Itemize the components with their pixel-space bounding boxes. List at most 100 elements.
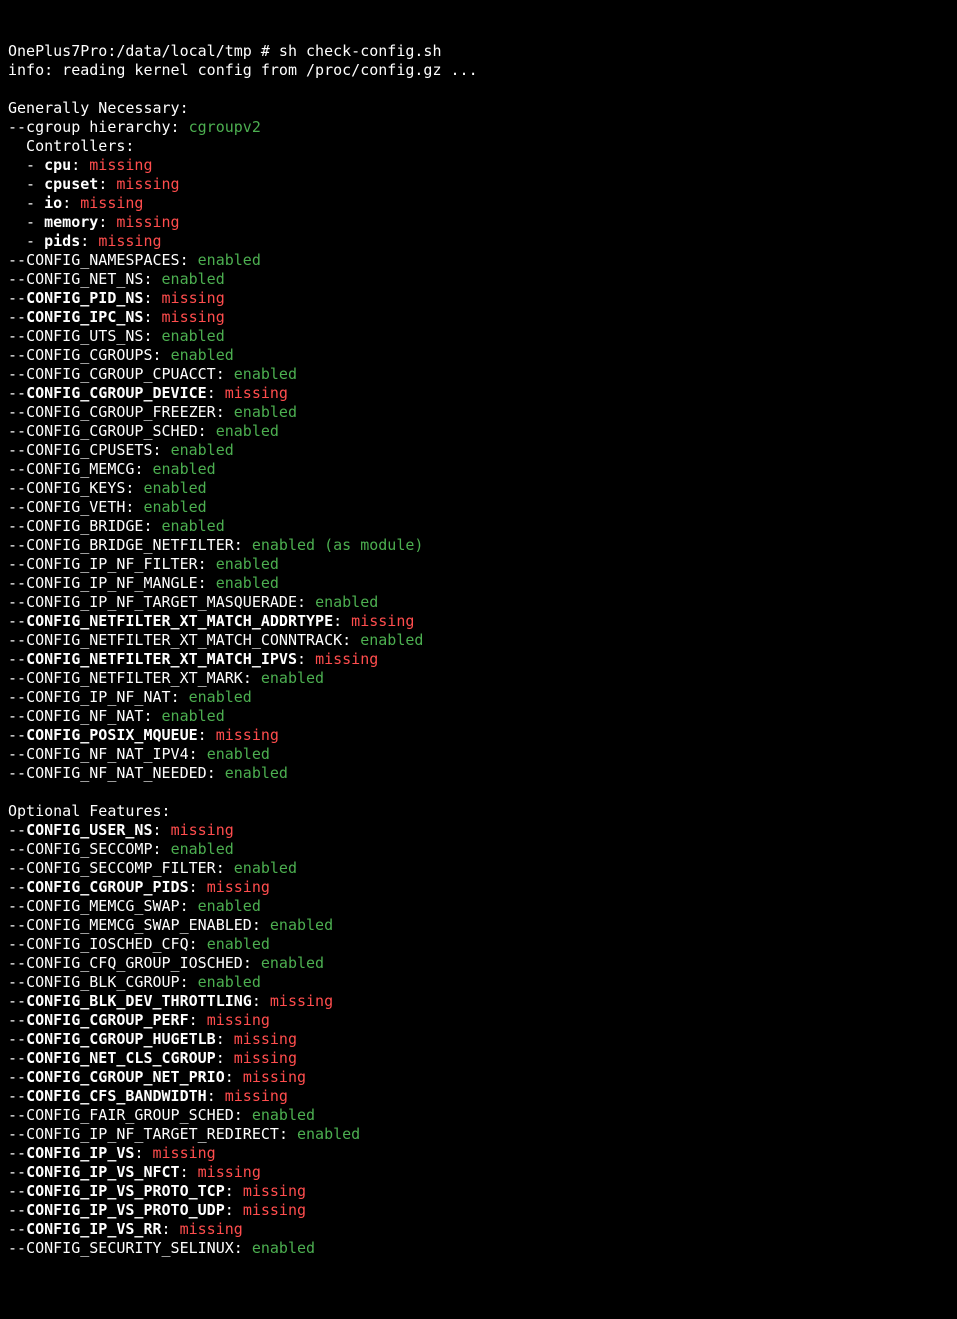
controller-name: io — [44, 194, 62, 212]
config-name: CONFIG_CGROUP_NET_PRIO — [26, 1068, 225, 1086]
status-value: enabled — [207, 745, 270, 763]
config-name: CONFIG_SECCOMP_FILTER — [26, 859, 216, 877]
config-name: CONFIG_NETFILTER_XT_MATCH_IPVS — [26, 650, 297, 668]
config-name: CONFIG_CGROUP_PERF — [26, 1011, 189, 1029]
status-value: enabled — [198, 251, 261, 269]
status-value: missing — [89, 156, 152, 174]
config-name: CONFIG_NETFILTER_XT_MATCH_ADDRTYPE — [26, 612, 333, 630]
status-value: enabled — [143, 479, 206, 497]
config-name: CONFIG_IP_VS_PROTO_TCP — [26, 1182, 225, 1200]
status-value: enabled — [143, 498, 206, 516]
terminal-output: OnePlus7Pro:/data/local/tmp # sh check-c… — [8, 42, 949, 1258]
status-value: missing — [171, 821, 234, 839]
status-value: enabled — [216, 574, 279, 592]
status-value: missing — [351, 612, 414, 630]
status-value: enabled — [162, 707, 225, 725]
status-value: enabled — [315, 593, 378, 611]
status-value: missing — [225, 1087, 288, 1105]
status-value: enabled (as module) — [252, 536, 424, 554]
status-value: missing — [98, 232, 161, 250]
status-value: enabled — [207, 935, 270, 953]
status-value: enabled — [153, 460, 216, 478]
config-name: CONFIG_UTS_NS — [26, 327, 143, 345]
controller-name: memory — [44, 213, 98, 231]
status-value: enabled — [225, 764, 288, 782]
config-name: CONFIG_SECCOMP — [26, 840, 152, 858]
status-value: missing — [234, 1030, 297, 1048]
config-name: CONFIG_NET_NS — [26, 270, 143, 288]
config-name: CONFIG_CGROUP_DEVICE — [26, 384, 207, 402]
status-value: enabled — [234, 859, 297, 877]
config-name: CONFIG_BLK_DEV_THROTTLING — [26, 992, 252, 1010]
status-value: enabled — [234, 403, 297, 421]
config-name: CONFIG_NF_NAT_NEEDED — [26, 764, 207, 782]
shell-prompt: OnePlus7Pro:/data/local/tmp # sh check-c… — [8, 42, 441, 60]
config-name: CONFIG_CPUSETS — [26, 441, 152, 459]
config-name: CONFIG_IP_NF_MANGLE — [26, 574, 198, 592]
controller-name: cpu — [44, 156, 71, 174]
config-name: CONFIG_CGROUP_FREEZER — [26, 403, 216, 421]
status-value: enabled — [162, 517, 225, 535]
cgroup-hierarchy-label: --cgroup hierarchy: — [8, 118, 189, 136]
status-value: enabled — [234, 365, 297, 383]
status-value: missing — [270, 992, 333, 1010]
status-value: enabled — [360, 631, 423, 649]
controllers-label: Controllers: — [8, 137, 134, 155]
config-name: CONFIG_POSIX_MQUEUE — [26, 726, 198, 744]
config-name: CONFIG_IPC_NS — [26, 308, 143, 326]
status-value: enabled — [171, 840, 234, 858]
config-name: CONFIG_BRIDGE — [26, 517, 143, 535]
status-value: enabled — [171, 441, 234, 459]
status-value: enabled — [171, 346, 234, 364]
config-name: CONFIG_IOSCHED_CFQ — [26, 935, 189, 953]
status-value: enabled — [189, 688, 252, 706]
config-name: CONFIG_BLK_CGROUP — [26, 973, 180, 991]
config-name: CONFIG_IP_VS — [26, 1144, 134, 1162]
status-value: enabled — [198, 897, 261, 915]
info-line: info: reading kernel config from /proc/c… — [8, 61, 478, 79]
cgroup-hierarchy-value: cgroupv2 — [189, 118, 261, 136]
status-value: missing — [180, 1220, 243, 1238]
config-name: CONFIG_CGROUP_SCHED — [26, 422, 198, 440]
controller-name: cpuset — [44, 175, 98, 193]
status-value: missing — [243, 1182, 306, 1200]
config-name: CONFIG_CFS_BANDWIDTH — [26, 1087, 207, 1105]
status-value: enabled — [162, 327, 225, 345]
config-name: CONFIG_IP_NF_TARGET_REDIRECT — [26, 1125, 279, 1143]
status-value: missing — [315, 650, 378, 668]
config-name: CONFIG_NF_NAT — [26, 707, 143, 725]
status-value: enabled — [261, 669, 324, 687]
config-name: CONFIG_IP_VS_NFCT — [26, 1163, 180, 1181]
config-name: CONFIG_IP_VS_RR — [26, 1220, 161, 1238]
config-name: CONFIG_MEMCG — [26, 460, 134, 478]
status-value: enabled — [198, 973, 261, 991]
config-name: CONFIG_IP_NF_TARGET_MASQUERADE — [26, 593, 297, 611]
status-value: missing — [243, 1068, 306, 1086]
status-value: missing — [243, 1201, 306, 1219]
config-name: CONFIG_CGROUPS — [26, 346, 152, 364]
config-name: CONFIG_BRIDGE_NETFILTER — [26, 536, 234, 554]
status-value: enabled — [216, 555, 279, 573]
section-title: Generally Necessary: — [8, 99, 189, 117]
status-value: enabled — [270, 916, 333, 934]
status-value: missing — [207, 1011, 270, 1029]
config-name: CONFIG_CGROUP_PIDS — [26, 878, 189, 896]
status-value: missing — [153, 1144, 216, 1162]
status-value: enabled — [261, 954, 324, 972]
config-name: CONFIG_MEMCG_SWAP — [26, 897, 180, 915]
status-value: missing — [162, 308, 225, 326]
config-name: CONFIG_KEYS — [26, 479, 125, 497]
status-value: missing — [207, 878, 270, 896]
config-name: CONFIG_IP_NF_FILTER — [26, 555, 198, 573]
config-name: CONFIG_CGROUP_CPUACCT — [26, 365, 216, 383]
status-value: enabled — [297, 1125, 360, 1143]
config-name: CONFIG_NET_CLS_CGROUP — [26, 1049, 216, 1067]
config-name: CONFIG_NAMESPACES — [26, 251, 180, 269]
config-name: CONFIG_VETH — [26, 498, 125, 516]
controller-name: pids — [44, 232, 80, 250]
config-name: CONFIG_PID_NS — [26, 289, 143, 307]
config-name: CONFIG_CFQ_GROUP_IOSCHED — [26, 954, 243, 972]
config-name: CONFIG_MEMCG_SWAP_ENABLED — [26, 916, 252, 934]
section-title: Optional Features: — [8, 802, 171, 820]
status-value: enabled — [162, 270, 225, 288]
